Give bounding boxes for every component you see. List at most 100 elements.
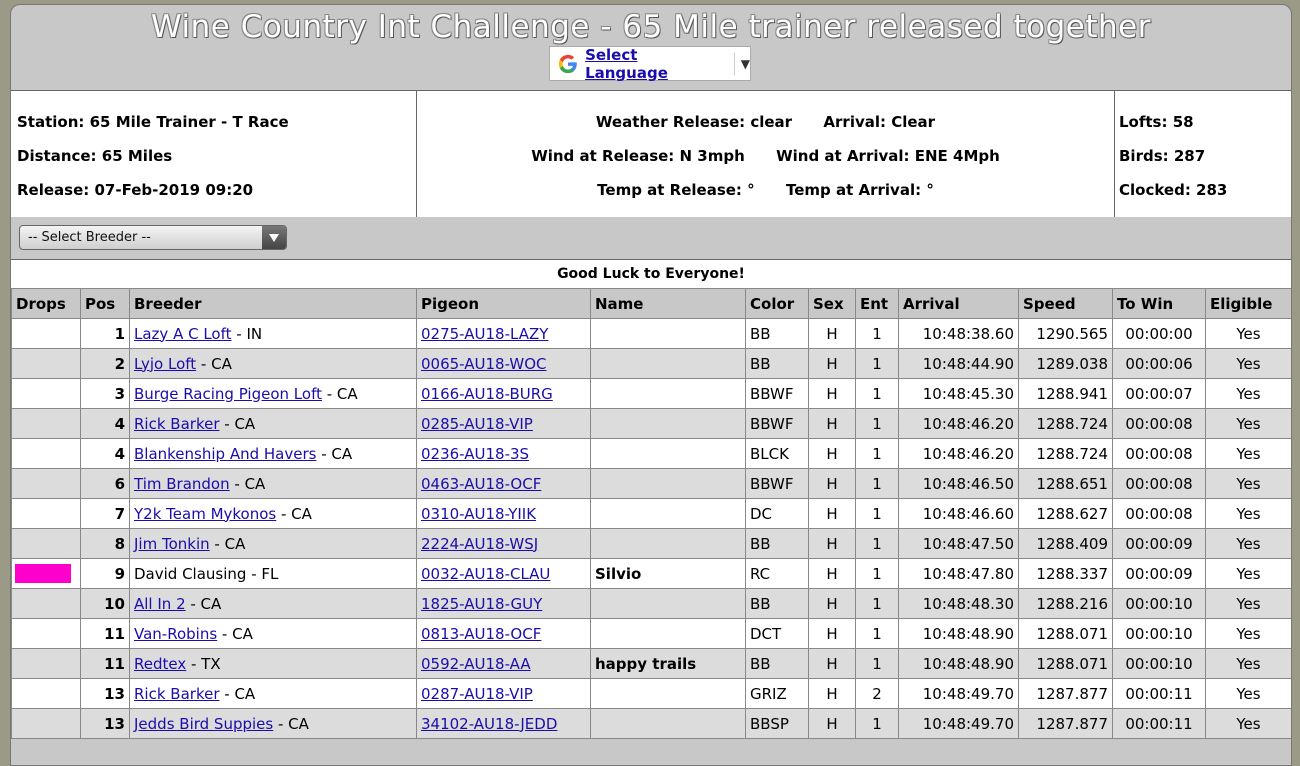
- weather-text: Weather Release: clear Arrival: Clear: [595, 113, 936, 131]
- pigeon-cell: 0032-AU18-CLAU: [416, 558, 591, 589]
- pigeon-link[interactable]: 0285-AU18-VIP: [421, 415, 533, 433]
- pigeon-link[interactable]: 0287-AU18-VIP: [421, 685, 533, 703]
- name-cell: happy trails: [590, 648, 746, 679]
- color-cell: BB: [745, 528, 809, 559]
- breeder-link[interactable]: Y2k Team Mykonos: [134, 505, 276, 523]
- pigeon-link[interactable]: 34102-AU18-JEDD: [421, 715, 557, 733]
- speed-cell: 1290.565: [1018, 318, 1113, 349]
- arrival-cell: 10:48:46.20: [898, 438, 1019, 469]
- pigeon-link[interactable]: 2224-AU18-WSJ: [421, 535, 538, 553]
- table-row: 11 Van-Robins - CA 0813-AU18-OCF DCT H 1 10:48…: [11, 618, 1291, 649]
- breeder-state: - IN: [231, 324, 263, 343]
- to-win-cell: 00:00:10: [1112, 648, 1206, 679]
- position-cell: 11: [80, 648, 130, 679]
- pigeon-link[interactable]: 1825-AU18-GUY: [421, 595, 542, 613]
- name-cell: Silvio: [590, 558, 746, 589]
- breeder-cell: Y2k Team Mykonos - CA: [129, 498, 417, 529]
- table-header-row: Drops Pos Breeder Pigeon Name Color Sex Ent Arri…: [11, 288, 1291, 319]
- eligible-cell: Yes: [1205, 528, 1291, 559]
- table-row: 1 Lazy A C Loft - IN 0275-AU18-LAZY BB H 1 10:…: [11, 318, 1291, 349]
- pigeon-cell: 0065-AU18-WOC: [416, 348, 591, 379]
- pigeon-link[interactable]: 0032-AU18-CLAU: [421, 565, 550, 583]
- race-info-counts: Lofts: 58 Birds: 287 Clocked: 283: [1115, 91, 1291, 217]
- breeder-state: - CA: [185, 594, 222, 613]
- arrival-cell: 10:48:46.50: [898, 468, 1019, 499]
- breeder-link[interactable]: Rick Barker: [134, 685, 220, 703]
- breeder-cell: All In 2 - CA: [129, 588, 417, 619]
- drops-cell: [11, 528, 81, 559]
- arrival-cell: 10:48:48.90: [898, 648, 1019, 679]
- eligible-cell: Yes: [1205, 318, 1291, 349]
- arrival-cell: 10:48:47.80: [898, 558, 1019, 589]
- birds-count: Birds: 287: [1119, 147, 1206, 165]
- breeder-link[interactable]: Lyjo Loft: [134, 355, 196, 373]
- speed-cell: 1289.038: [1018, 348, 1113, 379]
- position-cell: 6: [80, 468, 130, 499]
- breeder-link[interactable]: All In 2: [134, 595, 186, 613]
- ent-cell: 1: [855, 558, 899, 589]
- sex-cell: H: [808, 528, 856, 559]
- clocked-count: Clocked: 283: [1119, 181, 1228, 199]
- pigeon-link[interactable]: 0275-AU18-LAZY: [421, 325, 548, 343]
- distance-text: Distance: 65 Miles: [17, 147, 173, 165]
- arrival-cell: 10:48:47.50: [898, 528, 1019, 559]
- breeder-state: - CA: [276, 504, 312, 523]
- breeder-link[interactable]: Lazy A C Loft: [134, 325, 232, 343]
- ent-cell: 2: [855, 678, 899, 709]
- name-cell: [590, 678, 746, 709]
- breeder-cell: Rick Barker - CA: [129, 678, 417, 709]
- drop-highlight-marker: [15, 564, 71, 583]
- to-win-cell: 00:00:08: [1112, 498, 1206, 529]
- position-cell: 3: [80, 378, 130, 409]
- select-language-link[interactable]: Select Language: [585, 46, 722, 82]
- sex-cell: H: [808, 438, 856, 469]
- breeder-cell: Rick Barker - CA: [129, 408, 417, 439]
- speed-cell: 1288.627: [1018, 498, 1113, 529]
- pigeon-link[interactable]: 0463-AU18-OCF: [421, 475, 541, 493]
- pigeon-link[interactable]: 0813-AU18-OCF: [421, 625, 541, 643]
- chevron-down-icon[interactable]: ▼: [733, 52, 750, 75]
- pigeon-link[interactable]: 0166-AU18-BURG: [421, 385, 553, 403]
- position-cell: 4: [80, 408, 130, 439]
- column-header-speed: Speed: [1018, 288, 1113, 319]
- breeder-state: - TX: [186, 654, 221, 673]
- pigeon-link[interactable]: 0065-AU18-WOC: [421, 355, 547, 373]
- column-header-to-win: To Win: [1112, 288, 1206, 319]
- column-header-eligible: Eligible: [1205, 288, 1291, 319]
- table-row: 13 Rick Barker - CA 0287-AU18-VIP GRIZ H 2 10:…: [11, 678, 1291, 709]
- release-text: Release: 07-Feb-2019 09:20: [17, 181, 254, 199]
- language-selector[interactable]: Select Language ▼: [549, 46, 751, 82]
- breeder-select-value: -- Select Breeder --: [28, 230, 151, 245]
- breeder-link[interactable]: Rick Barker: [134, 415, 220, 433]
- ent-cell: 1: [855, 408, 899, 439]
- breeder-state: - CA: [196, 354, 232, 373]
- breeder-cell: Jedds Bird Suppies - CA: [129, 708, 417, 739]
- to-win-cell: 00:00:09: [1112, 528, 1206, 559]
- position-cell: 1: [80, 318, 130, 349]
- breeder-select[interactable]: -- Select Breeder --: [19, 225, 287, 250]
- color-cell: BBWF: [745, 468, 809, 499]
- breeder-link[interactable]: Jedds Bird Suppies: [134, 715, 273, 733]
- breeder-link[interactable]: Burge Racing Pigeon Loft: [134, 385, 322, 403]
- breeder-link[interactable]: Blankenship And Havers: [134, 445, 316, 463]
- breeder-link[interactable]: Redtex: [134, 655, 186, 673]
- pigeon-link[interactable]: 0310-AU18-YIIK: [421, 505, 536, 523]
- color-cell: BB: [745, 348, 809, 379]
- pigeon-link[interactable]: 0592-AU18-AA: [421, 655, 531, 673]
- arrival-cell: 10:48:48.90: [898, 618, 1019, 649]
- drops-cell: [11, 708, 81, 739]
- drops-cell: [11, 378, 81, 409]
- dropdown-arrow-icon[interactable]: [262, 226, 286, 249]
- breeder-state: - FL: [246, 564, 279, 583]
- sex-cell: H: [808, 498, 856, 529]
- ent-cell: 1: [855, 318, 899, 349]
- breeder-link[interactable]: Jim Tonkin: [134, 535, 210, 553]
- sex-cell: H: [808, 318, 856, 349]
- breeder-link[interactable]: Van-Robins: [134, 625, 217, 643]
- pigeon-link[interactable]: 0236-AU18-3S: [421, 445, 529, 463]
- eligible-cell: Yes: [1205, 588, 1291, 619]
- station-text: Station: 65 Mile Trainer - T Race: [17, 113, 289, 131]
- drops-cell: [11, 438, 81, 469]
- breeder-cell: Tim Brandon - CA: [129, 468, 417, 499]
- breeder-link[interactable]: Tim Brandon: [134, 475, 230, 493]
